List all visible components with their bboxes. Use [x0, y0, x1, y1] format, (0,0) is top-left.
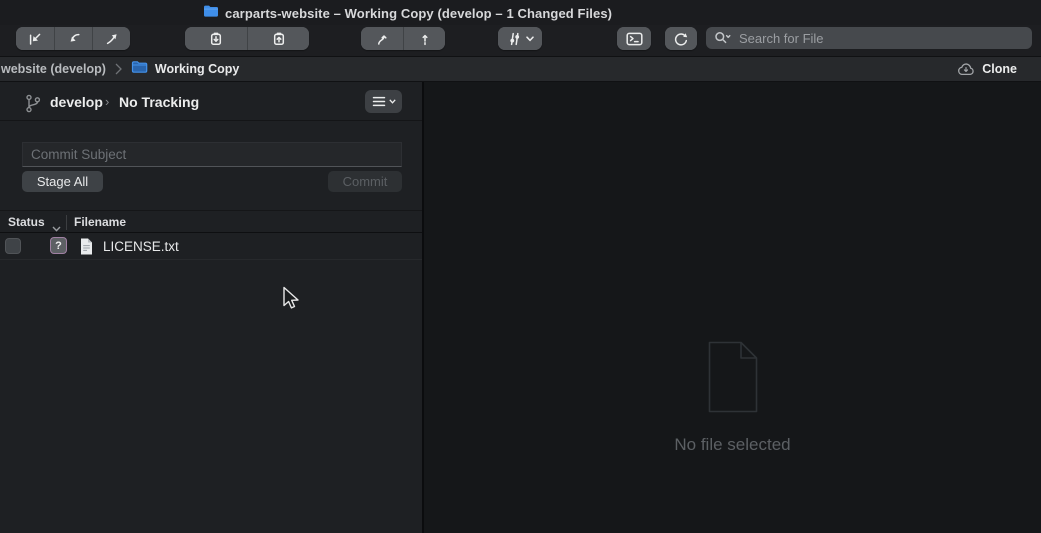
commit-subject-input[interactable] [22, 142, 402, 167]
stage-checkbox[interactable] [5, 238, 21, 254]
stash-button-group [185, 27, 309, 50]
window-title: carparts-website – Working Copy (develop… [225, 6, 612, 21]
file-preview-panel: No file selected [424, 82, 1041, 533]
breadcrumb-bar: website (develop) Working Copy Clone [0, 56, 1041, 82]
breadcrumb-repo[interactable]: website (develop) [1, 62, 106, 76]
column-header-status[interactable]: Status [8, 215, 45, 229]
view-options-button[interactable] [498, 27, 542, 50]
working-copy-panel: develop › No Tracking Stage All Commit S… [0, 82, 422, 533]
search-icon [714, 31, 732, 45]
branch-status-row[interactable]: develop › No Tracking [0, 90, 422, 118]
chevron-down-icon [389, 99, 396, 104]
chevron-down-icon [526, 36, 534, 42]
sync-button-group [16, 27, 130, 50]
empty-state: No file selected [424, 340, 1041, 455]
pull-button[interactable] [54, 27, 92, 50]
stash-button[interactable] [185, 27, 247, 50]
commit-button[interactable]: Commit [328, 171, 402, 192]
stage-all-button[interactable]: Stage All [22, 171, 103, 192]
branch-chevron: › [105, 94, 109, 109]
clone-label: Clone [982, 62, 1017, 76]
list-options-button[interactable] [365, 90, 402, 113]
file-row[interactable]: ? LICENSE.txt [0, 234, 422, 260]
breadcrumb-current: Working Copy [155, 62, 240, 76]
current-branch-label: develop [50, 94, 103, 110]
tracking-status-label: No Tracking [119, 94, 199, 110]
column-divider [66, 215, 67, 230]
terminal-group [617, 27, 651, 50]
filename-label: LICENSE.txt [103, 239, 179, 254]
refresh-button[interactable] [665, 27, 697, 50]
toolbar [0, 25, 1041, 56]
app-window: carparts-website – Working Copy (develop… [0, 0, 1041, 533]
column-header-filename[interactable]: Filename [74, 215, 126, 229]
terminal-button[interactable] [617, 27, 651, 50]
merge-button[interactable] [361, 27, 403, 50]
push-button[interactable] [92, 27, 130, 50]
panel-separator [0, 120, 422, 121]
breadcrumb-chevron-icon [115, 63, 122, 75]
breadcrumb-current-group[interactable]: Working Copy [131, 60, 240, 79]
folder-icon [131, 60, 148, 79]
empty-state-message: No file selected [674, 435, 790, 455]
list-lines-icon [372, 96, 386, 107]
document-outline-icon [703, 340, 763, 419]
merge-button-group [361, 27, 445, 50]
git-branch-icon [24, 93, 42, 119]
title-bar: carparts-website – Working Copy (develop… [0, 0, 1041, 25]
cloud-download-icon [956, 62, 976, 77]
search-field[interactable] [706, 27, 1032, 49]
file-table-header: Status Filename [0, 210, 422, 233]
search-input[interactable] [737, 30, 1024, 47]
fetch-button[interactable] [16, 27, 54, 50]
rebase-button[interactable] [403, 27, 445, 50]
refresh-group [665, 27, 697, 50]
unstash-button[interactable] [247, 27, 309, 50]
window-title-group: carparts-website – Working Copy (develop… [203, 4, 612, 23]
folder-icon [203, 4, 219, 23]
status-badge: ? [50, 237, 67, 254]
clone-button[interactable]: Clone [956, 57, 1017, 81]
document-icon [79, 237, 94, 261]
view-options-group [498, 27, 542, 50]
